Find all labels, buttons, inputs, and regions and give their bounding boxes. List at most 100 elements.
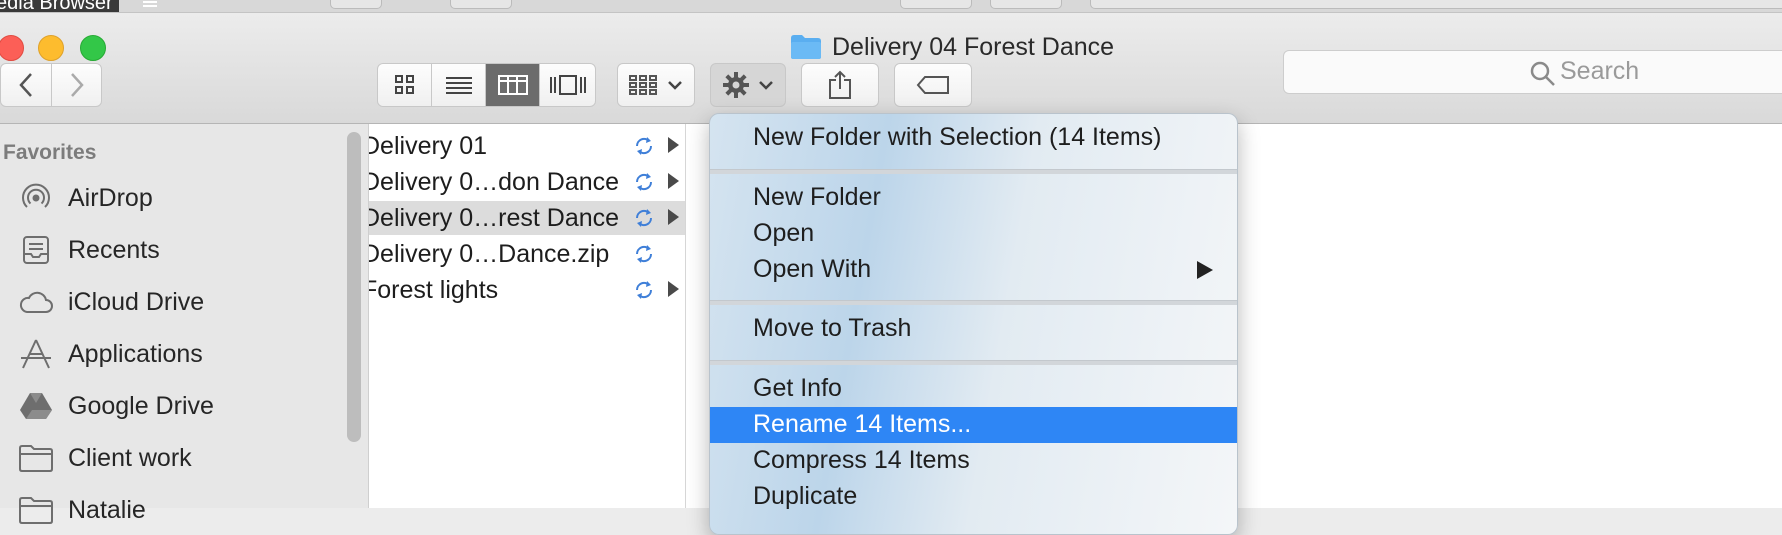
google-drive-icon	[18, 388, 54, 424]
gear-icon	[723, 72, 749, 98]
menu-item-open-with[interactable]: Open With	[710, 252, 1237, 288]
sidebar-item-label: Google Drive	[68, 391, 214, 420]
share-button[interactable]	[801, 63, 879, 107]
back-forward-control	[0, 63, 102, 107]
background-app-strip: edia Browser	[0, 0, 1782, 13]
list-view-button[interactable]	[432, 64, 486, 106]
sidebar-item-icloud-drive[interactable]: iCloud Drive	[18, 282, 204, 322]
disclosure-arrow-icon	[668, 281, 679, 297]
sidebar-item-google-drive[interactable]: Google Drive	[18, 386, 214, 426]
menu-item-new-folder[interactable]: New Folder	[710, 180, 1237, 216]
sidebar-item-applications[interactable]: Applications	[18, 334, 203, 374]
window-title: Delivery 04 Forest Dance	[790, 31, 1114, 63]
menu-item-duplicate[interactable]: Duplicate	[710, 479, 1237, 515]
sidebar: Favorites AirDrop Recents iCloud Drive A…	[0, 124, 369, 524]
sidebar-item-natalie[interactable]: Natalie	[18, 490, 146, 530]
group-by-button[interactable]	[617, 63, 695, 107]
sync-status-icon	[633, 171, 655, 200]
sync-status-icon	[633, 207, 655, 236]
cover-flow-view-button[interactable]	[540, 64, 596, 106]
sidebar-item-label: Client work	[68, 443, 192, 472]
grid-icon	[394, 75, 414, 94]
background-app-title: edia Browser	[0, 0, 119, 12]
menu-item-label: New Folder with Selection (14 Items)	[753, 123, 1162, 151]
minimize-window-button[interactable]	[38, 35, 64, 61]
disclosure-arrow-icon	[668, 173, 679, 189]
menu-item-label: New Folder	[753, 183, 881, 211]
sidebar-item-label: Applications	[68, 339, 203, 368]
menu-item-compress[interactable]: Compress 14 Items	[710, 443, 1237, 479]
disclosure-arrow-icon	[668, 137, 679, 153]
menu-item-move-to-trash[interactable]: Move to Trash	[710, 311, 1237, 347]
sync-status-icon	[633, 135, 655, 164]
file-row[interactable]: Forest lights	[369, 273, 685, 307]
search-icon	[1530, 61, 1555, 86]
background-toolbar-button	[1090, 0, 1782, 9]
recents-icon	[18, 232, 54, 268]
menu-item-label: Move to Trash	[753, 314, 912, 342]
tag-icon	[916, 76, 949, 94]
background-toolbar-button	[990, 0, 1062, 9]
list-icon	[445, 77, 472, 94]
sidebar-item-label: Recents	[68, 235, 160, 264]
action-button[interactable]	[710, 63, 786, 107]
menu-item-rename[interactable]: Rename 14 Items...	[710, 407, 1237, 443]
file-name: Delivery 0…rest Dance	[369, 204, 620, 232]
search-placeholder: Search	[1560, 57, 1640, 85]
menu-separator	[710, 169, 1237, 174]
share-icon	[829, 70, 851, 99]
chevron-down-icon	[668, 81, 682, 90]
cloud-icon	[18, 284, 54, 320]
file-row[interactable]: Delivery 0…don Dance	[369, 165, 685, 199]
background-toolbar-button	[450, 0, 512, 9]
background-toolbar-button	[330, 0, 382, 9]
menu-item-label: Get Info	[753, 374, 842, 402]
disclosure-arrow-icon	[668, 209, 679, 225]
sidebar-section-favorites: Favorites	[3, 141, 97, 164]
submenu-arrow-icon	[1197, 261, 1213, 279]
sidebar-scrollbar[interactable]	[347, 132, 361, 442]
forward-button[interactable]	[52, 64, 102, 106]
menu-item-label: Rename 14 Items...	[753, 410, 972, 438]
background-toolbar-button	[900, 0, 972, 9]
search-field[interactable]: Search	[1283, 50, 1782, 94]
view-mode-control	[377, 63, 596, 107]
window-title-text: Delivery 04 Forest Dance	[832, 32, 1115, 61]
zoom-window-button[interactable]	[80, 35, 106, 61]
menu-item-label: Compress 14 Items	[753, 446, 970, 474]
sidebar-item-client-work[interactable]: Client work	[18, 438, 192, 478]
folder-icon	[790, 34, 822, 60]
sync-status-icon	[633, 279, 655, 308]
back-button[interactable]	[1, 64, 52, 106]
folder-icon	[18, 440, 54, 476]
sync-status-icon	[633, 243, 655, 272]
cover-flow-icon	[550, 75, 586, 95]
file-row[interactable]: Delivery 0…rest Dance	[369, 201, 685, 235]
close-window-button[interactable]	[0, 35, 24, 61]
menu-separator	[710, 300, 1237, 305]
file-column: Delivery 01 Delivery 0…don Dance Delivery …	[369, 124, 686, 508]
menu-item-label: Open	[753, 219, 815, 247]
menu-item-new-folder-with-selection[interactable]: New Folder with Selection (14 Items)	[710, 120, 1237, 156]
sidebar-item-label: Natalie	[68, 495, 146, 524]
menu-item-get-info[interactable]: Get Info	[710, 371, 1237, 407]
sidebar-item-airdrop[interactable]: AirDrop	[18, 178, 153, 218]
chevron-right-icon	[71, 73, 84, 97]
icon-view-button[interactable]	[378, 64, 432, 106]
tags-button[interactable]	[894, 63, 972, 107]
menu-item-open[interactable]: Open	[710, 216, 1237, 252]
sidebar-item-label: iCloud Drive	[68, 287, 205, 316]
sidebar-item-recents[interactable]: Recents	[18, 230, 160, 270]
action-context-menu: New Folder with Selection (14 Items) New…	[709, 113, 1238, 535]
folder-icon	[18, 492, 54, 528]
chevron-down-icon	[759, 81, 773, 90]
applications-icon	[18, 336, 54, 372]
menu-item-label: Open With	[753, 255, 872, 283]
sidebar-item-label: AirDrop	[68, 183, 153, 212]
column-view-button[interactable]	[486, 64, 540, 106]
file-row[interactable]: Delivery 0…Dance.zip	[369, 237, 685, 271]
menu-item-label: Duplicate	[753, 482, 858, 510]
file-row[interactable]: Delivery 01	[369, 129, 685, 163]
file-name: Delivery 0…Dance.zip	[369, 240, 610, 268]
chevron-left-icon	[19, 73, 32, 97]
